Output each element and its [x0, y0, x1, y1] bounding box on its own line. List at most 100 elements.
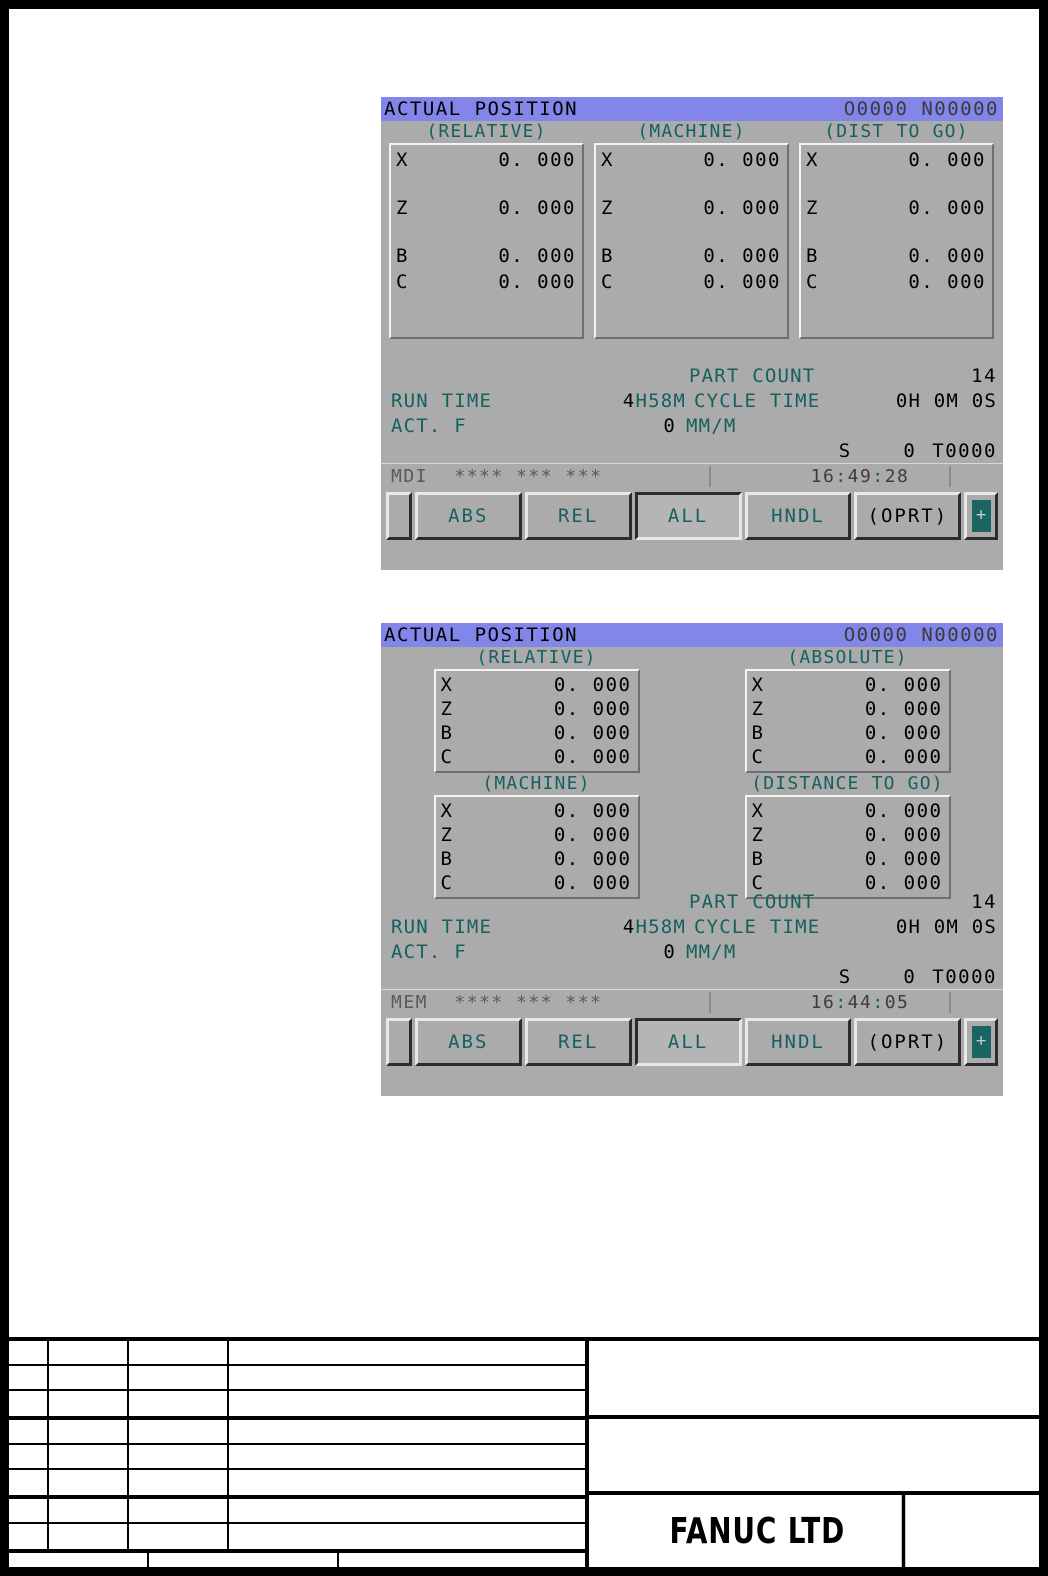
- axis-value: 0. 000: [864, 698, 943, 720]
- cell-by: [129, 1341, 229, 1364]
- cell-description: [229, 1445, 585, 1468]
- group-label-row: (RELATIVE) (MACHINE) (DIST TO GO): [389, 121, 995, 143]
- axis-row: B 0. 000: [600, 243, 781, 269]
- part-count-value: 14: [971, 890, 997, 913]
- position-group-dist-to-go: X 0. 000 Z 0. 000 B 0. 000 C 0. 000: [799, 143, 994, 339]
- actual-feed-label: ACT. F: [391, 414, 467, 437]
- soft-key-rel[interactable]: REL: [524, 1017, 632, 1066]
- table-row: [9, 1445, 585, 1470]
- part-count-row: PART COUNT 14: [391, 363, 997, 388]
- axis-value: 0. 000: [498, 149, 576, 171]
- axis-label: B: [440, 848, 453, 870]
- axis-value: 0. 000: [498, 271, 576, 293]
- soft-key-abs[interactable]: ABS: [414, 1017, 522, 1066]
- cell-by: [129, 1420, 229, 1443]
- cell-date: [49, 1366, 129, 1389]
- axis-label: B: [601, 245, 614, 267]
- axis-value: 0. 000: [553, 848, 632, 870]
- soft-key-oprt[interactable]: (OPRT): [854, 1017, 962, 1066]
- cell-by: [129, 1499, 229, 1522]
- axis-label: Z: [440, 698, 453, 720]
- soft-key-left-cap[interactable]: [386, 1017, 412, 1066]
- axis-row: X 0. 000: [440, 673, 632, 697]
- position-group-machine: (MACHINE) X 0. 000 Z 0. 000 B 0. 000 C 0. 00…: [381, 773, 692, 899]
- axis-value: 0. 000: [703, 245, 781, 267]
- cell-by: [129, 1524, 229, 1549]
- soft-key-abs[interactable]: ABS: [414, 491, 522, 540]
- axis-row: Z 0. 000: [440, 823, 632, 847]
- status-mode: MEM: [391, 991, 429, 1013]
- cell-by: [129, 1470, 229, 1495]
- axis-value: 0. 000: [553, 722, 632, 744]
- revision-group: [9, 1420, 585, 1499]
- position-group-relative: X 0. 000 Z 0. 000 B 0. 000 C 0. 000: [389, 143, 584, 339]
- position-display-area: (RELATIVE) X 0. 000 Z 0. 000 B 0. 000 C 0. 0…: [381, 647, 1003, 989]
- axis-value: 0. 000: [553, 800, 632, 822]
- actual-feed-unit: MM/M: [686, 940, 737, 963]
- tool-value: T0000: [932, 965, 997, 988]
- axis-value: 0. 000: [703, 197, 781, 219]
- axis-label: C: [396, 271, 409, 293]
- clock-seconds: 28: [884, 465, 910, 487]
- sheet-number-cell: [929, 1495, 1039, 1567]
- soft-key-all[interactable]: ALL: [634, 1017, 742, 1066]
- status-flags: **** *** ***: [454, 465, 603, 487]
- screen-titlebar: ACTUAL POSITION O0000 N00000: [381, 623, 1003, 647]
- axis-row: B 0. 000: [440, 721, 632, 745]
- run-time-row: RUN TIME 4H58M CYCLE TIME 0H 0M 0S: [391, 914, 997, 939]
- soft-key-hndl[interactable]: HNDL: [744, 1017, 852, 1066]
- soft-key-bar: ABS REL ALL HNDL (OPRT) +: [381, 488, 1003, 543]
- position-group-relative: (RELATIVE) X 0. 000 Z 0. 000 B 0. 000 C 0. 0…: [381, 647, 692, 773]
- soft-key-all[interactable]: ALL: [634, 491, 742, 540]
- group-label-machine: (MACHINE): [637, 121, 746, 142]
- axis-value: 0. 000: [553, 746, 632, 768]
- axis-label: X: [440, 674, 453, 696]
- soft-key-hndl[interactable]: HNDL: [744, 491, 852, 540]
- soft-key-oprt[interactable]: (OPRT): [854, 491, 962, 540]
- group-label-relative: (RELATIVE): [426, 121, 547, 142]
- axis-row: B 0. 000: [440, 847, 632, 871]
- position-quadrants: (RELATIVE) X 0. 000 Z 0. 000 B 0. 000 C 0. 0…: [381, 647, 1003, 899]
- axis-value: 0. 000: [908, 271, 986, 293]
- actual-feed-label: ACT. F: [391, 940, 467, 963]
- screen-titlebar: ACTUAL POSITION O0000 N00000: [381, 97, 1003, 121]
- part-count-label: PART COUNT: [689, 890, 816, 913]
- page-title: ACTUAL POSITION: [384, 98, 579, 120]
- clock-separator: :: [835, 465, 848, 487]
- axis-spacer: [805, 173, 986, 195]
- actual-feed-row: ACT. F 0 MM/M: [391, 413, 997, 438]
- axis-label: Z: [751, 824, 764, 846]
- cell-no: [9, 1499, 49, 1522]
- position-display-area: (RELATIVE) (MACHINE) (DIST TO GO) X 0. 00…: [381, 121, 1003, 463]
- soft-key-next-menu[interactable]: +: [964, 491, 999, 540]
- axis-value: 0. 000: [864, 674, 943, 696]
- axis-label: B: [440, 722, 453, 744]
- axis-row: Z 0. 000: [805, 195, 986, 221]
- run-time-value-unit: H58M: [635, 915, 686, 938]
- drawing-sheet-border-right: [1039, 0, 1048, 1576]
- clock-hours: 16: [810, 991, 836, 1013]
- drawing-sheet-border-bottom: [0, 1567, 1048, 1576]
- cell-footer-2: [149, 1553, 339, 1567]
- axis-value: 0. 000: [498, 245, 576, 267]
- cell-description: [229, 1341, 585, 1364]
- axis-row: C 0. 000: [600, 269, 781, 295]
- soft-key-left-cap[interactable]: [386, 491, 412, 540]
- table-row: [9, 1524, 585, 1549]
- axis-label: X: [806, 149, 819, 171]
- axis-label: B: [751, 722, 764, 744]
- axis-box: X 0. 000 Z 0. 000 B 0. 000 C 0. 000: [433, 669, 640, 773]
- axis-value: 0. 000: [864, 722, 943, 744]
- cell-date: [49, 1391, 129, 1416]
- axis-spacer: [395, 173, 576, 195]
- axis-box: X 0. 000 Z 0. 000 B 0. 000 C 0. 000: [744, 669, 951, 773]
- axis-label: X: [440, 800, 453, 822]
- soft-key-rel[interactable]: REL: [524, 491, 632, 540]
- table-row: [9, 1499, 585, 1524]
- axis-row: C 0. 000: [440, 745, 632, 769]
- axis-row: Z 0. 000: [751, 697, 943, 721]
- position-group-absolute: (ABSOLUTE) X 0. 000 Z 0. 000 B 0. 000 C 0. 0…: [692, 647, 1003, 773]
- soft-key-next-menu[interactable]: +: [964, 1017, 999, 1066]
- axis-row: X 0. 000: [600, 147, 781, 173]
- actual-feed-value: 0: [663, 940, 676, 963]
